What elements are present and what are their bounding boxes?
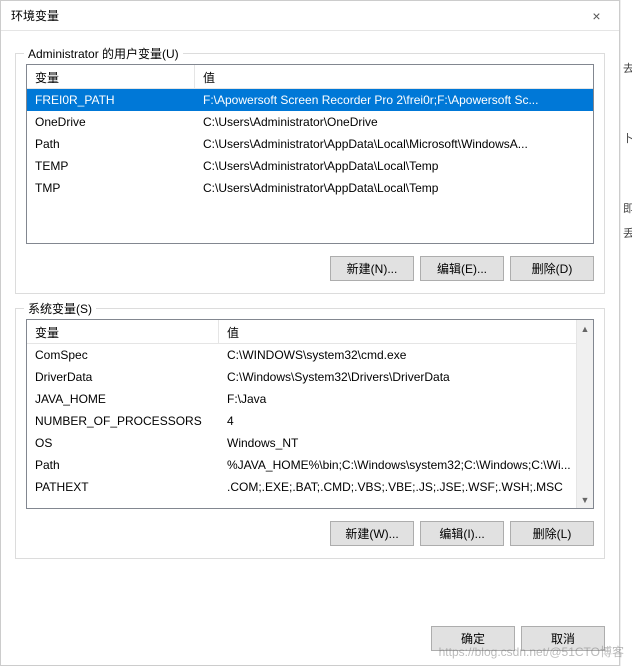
user-vars-buttons: 新建(N)... 编辑(E)... 删除(D) — [26, 256, 594, 281]
cell-value: C:\Windows\System32\Drivers\DriverData — [219, 370, 593, 384]
cell-variable: TMP — [27, 181, 195, 195]
dialog-title: 环境变量 — [11, 7, 574, 24]
cell-variable: JAVA_HOME — [27, 392, 219, 406]
ok-button[interactable]: 确定 — [431, 626, 515, 651]
cell-value: %JAVA_HOME%\bin;C:\Windows\system32;C:\W… — [219, 458, 593, 472]
cell-variable: DriverData — [27, 370, 219, 384]
list-row[interactable]: PathC:\Users\Administrator\AppData\Local… — [27, 133, 593, 155]
sys-delete-button[interactable]: 删除(L) — [510, 521, 594, 546]
bg-glyph: 即 — [623, 200, 632, 216]
titlebar: 环境变量 × — [1, 1, 619, 31]
close-icon[interactable]: × — [574, 1, 619, 31]
cell-variable: PATHEXT — [27, 480, 219, 494]
user-vars-group: Administrator 的用户变量(U) 变量 值 FREI0R_PATHF… — [15, 53, 605, 294]
list-row[interactable]: OneDriveC:\Users\Administrator\OneDrive — [27, 111, 593, 133]
cell-value: 4 — [219, 414, 593, 428]
col-header-variable[interactable]: 变量 — [27, 320, 219, 343]
bg-glyph: 去 — [623, 60, 632, 76]
cell-value: C:\WINDOWS\system32\cmd.exe — [219, 348, 593, 362]
user-new-button[interactable]: 新建(N)... — [330, 256, 414, 281]
list-header: 变量 值 — [27, 320, 593, 344]
list-row[interactable]: DriverDataC:\Windows\System32\Drivers\Dr… — [27, 366, 593, 388]
cell-variable: ComSpec — [27, 348, 219, 362]
list-row[interactable]: PATHEXT.COM;.EXE;.BAT;.CMD;.VBS;.VBE;.JS… — [27, 476, 593, 498]
cell-variable: FREI0R_PATH — [27, 93, 195, 107]
sys-edit-button[interactable]: 编辑(I)... — [420, 521, 504, 546]
list-row[interactable]: OSWindows_NT — [27, 432, 593, 454]
cell-variable: Path — [27, 137, 195, 151]
sys-new-button[interactable]: 新建(W)... — [330, 521, 414, 546]
dialog-footer: 确定 取消 — [1, 616, 619, 665]
list-header: 变量 值 — [27, 65, 593, 89]
list-row[interactable]: TEMPC:\Users\Administrator\AppData\Local… — [27, 155, 593, 177]
sys-vars-group-label: 系统变量(S) — [24, 300, 96, 317]
cell-value: .COM;.EXE;.BAT;.CMD;.VBS;.VBE;.JS;.JSE;.… — [219, 480, 593, 494]
cell-value: C:\Users\Administrator\AppData\Local\Tem… — [195, 181, 593, 195]
cell-value: C:\Users\Administrator\OneDrive — [195, 115, 593, 129]
col-header-variable[interactable]: 变量 — [27, 65, 195, 88]
cell-variable: OS — [27, 436, 219, 450]
scroll-track[interactable] — [577, 337, 593, 491]
list-row[interactable]: FREI0R_PATHF:\Apowersoft Screen Recorder… — [27, 89, 593, 111]
list-row[interactable]: ComSpecC:\WINDOWS\system32\cmd.exe — [27, 344, 593, 366]
cell-value: F:\Java — [219, 392, 593, 406]
user-edit-button[interactable]: 编辑(E)... — [420, 256, 504, 281]
cell-value: F:\Apowersoft Screen Recorder Pro 2\frei… — [195, 93, 593, 107]
user-vars-group-label: Administrator 的用户变量(U) — [24, 45, 183, 62]
user-vars-list[interactable]: 变量 值 FREI0R_PATHF:\Apowersoft Screen Rec… — [26, 64, 594, 244]
bg-glyph: 丢 — [623, 225, 632, 241]
background-window-edge: 去 卜 即 丢 — [620, 0, 632, 666]
cancel-button[interactable]: 取消 — [521, 626, 605, 651]
cell-value: C:\Users\Administrator\AppData\Local\Tem… — [195, 159, 593, 173]
cell-value: Windows_NT — [219, 436, 593, 450]
cell-variable: Path — [27, 458, 219, 472]
col-header-value[interactable]: 值 — [195, 65, 593, 88]
bg-glyph: 卜 — [623, 130, 632, 146]
list-row[interactable]: Path%JAVA_HOME%\bin;C:\Windows\system32;… — [27, 454, 593, 476]
sys-vars-buttons: 新建(W)... 编辑(I)... 删除(L) — [26, 521, 594, 546]
cell-value: C:\Users\Administrator\AppData\Local\Mic… — [195, 137, 593, 151]
env-vars-dialog: 环境变量 × Administrator 的用户变量(U) 变量 值 FREI0… — [0, 0, 620, 666]
user-delete-button[interactable]: 删除(D) — [510, 256, 594, 281]
scroll-up-icon[interactable]: ▲ — [577, 320, 593, 337]
cell-variable: NUMBER_OF_PROCESSORS — [27, 414, 219, 428]
col-header-value[interactable]: 值 — [219, 320, 593, 343]
sys-vars-list[interactable]: 变量 值 ComSpecC:\WINDOWS\system32\cmd.exeD… — [26, 319, 594, 509]
scroll-down-icon[interactable]: ▼ — [577, 491, 593, 508]
cell-variable: OneDrive — [27, 115, 195, 129]
list-row[interactable]: JAVA_HOMEF:\Java — [27, 388, 593, 410]
sys-scrollbar[interactable]: ▲ ▼ — [576, 320, 593, 508]
list-row[interactable]: TMPC:\Users\Administrator\AppData\Local\… — [27, 177, 593, 199]
cell-variable: TEMP — [27, 159, 195, 173]
sys-vars-group: 系统变量(S) 变量 值 ComSpecC:\WINDOWS\system32\… — [15, 308, 605, 559]
list-row[interactable]: NUMBER_OF_PROCESSORS4 — [27, 410, 593, 432]
dialog-body: Administrator 的用户变量(U) 变量 值 FREI0R_PATHF… — [1, 31, 619, 616]
